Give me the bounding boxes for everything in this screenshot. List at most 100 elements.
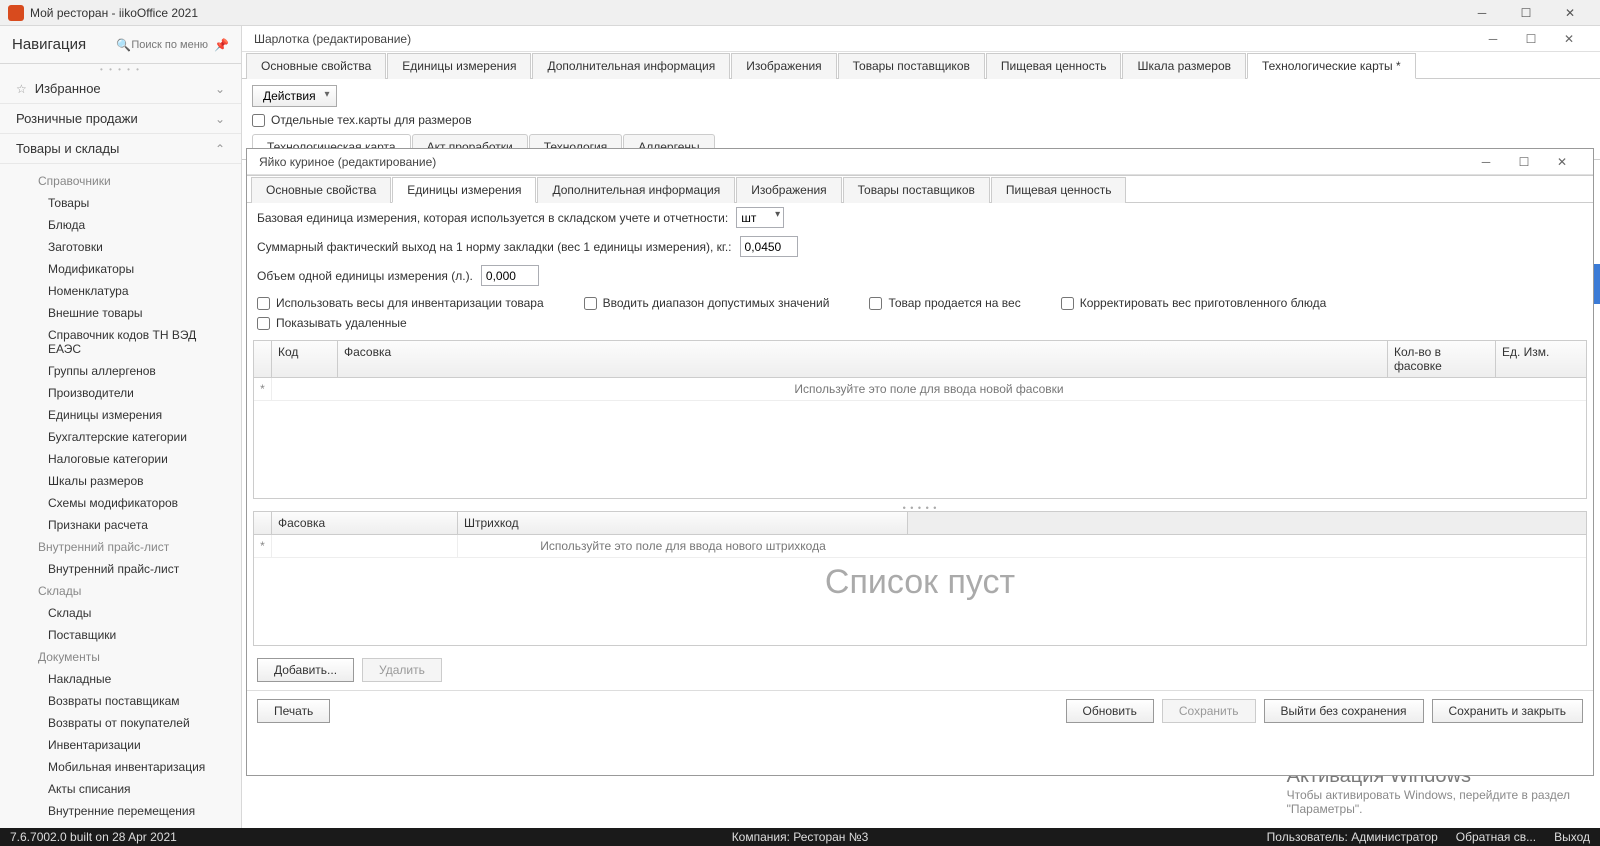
tab-units[interactable]: Единицы измерения — [387, 53, 531, 79]
dialog-close-button[interactable]: ✕ — [1543, 150, 1581, 174]
chevron-down-icon: ⌄ — [215, 82, 225, 96]
select-baseunit[interactable] — [736, 207, 784, 228]
item-units[interactable]: Единицы измерения — [0, 404, 241, 426]
minimize-button[interactable]: ─ — [1460, 0, 1504, 26]
new-barcode-hint[interactable]: Используйте это поле для ввода нового шт… — [458, 535, 908, 557]
dtab-addinfo[interactable]: Дополнительная информация — [537, 177, 735, 203]
tab-addinfo[interactable]: Дополнительная информация — [532, 53, 730, 79]
col-pack[interactable]: Фасовка — [338, 341, 1388, 377]
checkbox-showdeleted[interactable]: Показывать удаленные — [257, 316, 407, 330]
checkbox-sizes[interactable]: Отдельные тех.карты для размеров — [252, 113, 472, 127]
checkbox-byweight-input[interactable] — [869, 297, 882, 310]
sidebar-header: Навигация 🔍 Поиск по меню 📌 — [0, 26, 241, 64]
pin-icon[interactable]: 📌 — [214, 38, 229, 52]
actions-dropdown[interactable]: Действия — [252, 85, 337, 107]
item-scales[interactable]: Шкалы размеров — [0, 470, 241, 492]
add-button[interactable]: Добавить... — [257, 658, 354, 682]
item-intm[interactable]: Внутренние перемещения — [0, 800, 241, 822]
tab-sizescale[interactable]: Шкала размеров — [1122, 53, 1246, 79]
item-tncodes[interactable]: Справочник кодов ТН ВЭД ЕАЭС — [0, 324, 241, 360]
item-calc[interactable]: Признаки расчета — [0, 514, 241, 536]
close-button[interactable]: ✕ — [1548, 0, 1592, 26]
sidebar-search-label[interactable]: Поиск по меню — [131, 39, 208, 51]
sidebar-favorites[interactable]: ☆ Избранное ⌄ — [0, 74, 241, 104]
item-alrg[interactable]: Группы аллергенов — [0, 360, 241, 382]
item-wo[interactable]: Акты списания — [0, 778, 241, 800]
dialog-tabs: Основные свойства Единицы измерения Допо… — [247, 175, 1593, 203]
item-intpl[interactable]: Внутренний прайс-лист — [0, 558, 241, 580]
new-row2-handle[interactable]: * — [254, 535, 272, 557]
col-unit[interactable]: Ед. Изм. — [1496, 341, 1586, 377]
item-ext[interactable]: Внешние товары — [0, 302, 241, 324]
col2-bar[interactable]: Штрихкод — [458, 512, 908, 534]
dialog-maximize-button[interactable]: ☐ — [1505, 150, 1543, 174]
doc-close-button[interactable]: ✕ — [1550, 27, 1588, 51]
item-mobinv[interactable]: Мобильная инвентаризация — [0, 756, 241, 778]
item-dishes[interactable]: Блюда — [0, 214, 241, 236]
new-pack-hint[interactable]: Используйте это поле для ввода новой фас… — [272, 378, 1586, 400]
input-volume[interactable] — [481, 265, 539, 286]
checkbox-scales-input[interactable] — [257, 297, 270, 310]
item-modsch[interactable]: Схемы модификаторов — [0, 492, 241, 514]
delete-button[interactable]: Удалить — [362, 658, 442, 682]
dialog-minimize-button[interactable]: ─ — [1467, 150, 1505, 174]
dtab-basic[interactable]: Основные свойства — [251, 177, 391, 203]
item-retsup[interactable]: Возвраты поставщикам — [0, 690, 241, 712]
checkbox-sizes-label: Отдельные тех.карты для размеров — [271, 113, 472, 127]
drag-handle[interactable]: • • • • • — [0, 64, 241, 74]
item-stores2[interactable]: Склады — [0, 602, 241, 624]
new-row2-pack[interactable] — [272, 535, 458, 557]
checkbox-scales[interactable]: Использовать весы для инвентаризации тов… — [257, 296, 544, 310]
col2-pack[interactable]: Фасовка — [272, 512, 458, 534]
dtab-suppgoods[interactable]: Товары поставщиков — [843, 177, 990, 203]
item-invoices[interactable]: Накладные — [0, 668, 241, 690]
item-mods[interactable]: Модификаторы — [0, 258, 241, 280]
doc-maximize-button[interactable]: ☐ — [1512, 27, 1550, 51]
checkbox-showdeleted-input[interactable] — [257, 317, 270, 330]
save-button[interactable]: Сохранить — [1162, 699, 1256, 723]
dialog: Яйко куриное (редактирование) ─ ☐ ✕ Осно… — [246, 148, 1594, 776]
item-nomen[interactable]: Номенклатура — [0, 280, 241, 302]
doc-minimize-button[interactable]: ─ — [1474, 27, 1512, 51]
app-title: Мой ресторан - iikoOffice 2021 — [30, 6, 1460, 20]
item-acccat[interactable]: Бухгалтерские категории — [0, 426, 241, 448]
refresh-button[interactable]: Обновить — [1066, 699, 1154, 723]
sidebar-goods[interactable]: Товары и склады ⌃ — [0, 134, 241, 164]
watermark-line2: "Параметры". — [1287, 802, 1570, 816]
grid-splitter[interactable]: • • • • • — [247, 503, 1593, 511]
item-goods[interactable]: Товары — [0, 192, 241, 214]
save-close-button[interactable]: Сохранить и закрыть — [1432, 699, 1583, 723]
dtab-units[interactable]: Единицы измерения — [392, 177, 536, 203]
print-button[interactable]: Печать — [257, 699, 330, 723]
checkbox-byweight[interactable]: Товар продается на вес — [869, 296, 1020, 310]
sidebar-retail[interactable]: Розничные продажи ⌄ — [0, 104, 241, 134]
input-factout[interactable] — [740, 236, 798, 257]
tab-images[interactable]: Изображения — [731, 53, 836, 79]
item-invent[interactable]: Инвентаризации — [0, 734, 241, 756]
maximize-button[interactable]: ☐ — [1504, 0, 1548, 26]
exit-nosave-button[interactable]: Выйти без сохранения — [1264, 699, 1424, 723]
col-code[interactable]: Код — [272, 341, 338, 377]
new-row-handle[interactable]: * — [254, 378, 272, 400]
item-manu[interactable]: Производители — [0, 382, 241, 404]
status-feedback[interactable]: Обратная св... — [1456, 830, 1536, 844]
dtab-images[interactable]: Изображения — [736, 177, 841, 203]
checkbox-range-input[interactable] — [584, 297, 597, 310]
tab-techcards[interactable]: Технологические карты * — [1247, 53, 1416, 79]
item-preps[interactable]: Заготовки — [0, 236, 241, 258]
chevron-up-icon: ⌃ — [215, 142, 225, 156]
retail-label: Розничные продажи — [16, 111, 215, 126]
checkbox-sizes-input[interactable] — [252, 114, 265, 127]
checkbox-adjustweight-input[interactable] — [1061, 297, 1074, 310]
tab-suppgoods[interactable]: Товары поставщиков — [838, 53, 985, 79]
item-taxcat[interactable]: Налоговые категории — [0, 448, 241, 470]
tab-basic[interactable]: Основные свойства — [246, 53, 386, 79]
checkbox-adjustweight[interactable]: Корректировать вес приготовленного блюда — [1061, 296, 1327, 310]
checkbox-range[interactable]: Вводить диапазон допустимых значений — [584, 296, 830, 310]
item-supp[interactable]: Поставщики — [0, 624, 241, 646]
col-qty[interactable]: Кол-во в фасовке — [1388, 341, 1496, 377]
item-retcust[interactable]: Возвраты от покупателей — [0, 712, 241, 734]
dtab-nutri[interactable]: Пищевая ценность — [991, 177, 1127, 203]
tab-nutri[interactable]: Пищевая ценность — [986, 53, 1122, 79]
status-exit[interactable]: Выход — [1554, 830, 1590, 844]
